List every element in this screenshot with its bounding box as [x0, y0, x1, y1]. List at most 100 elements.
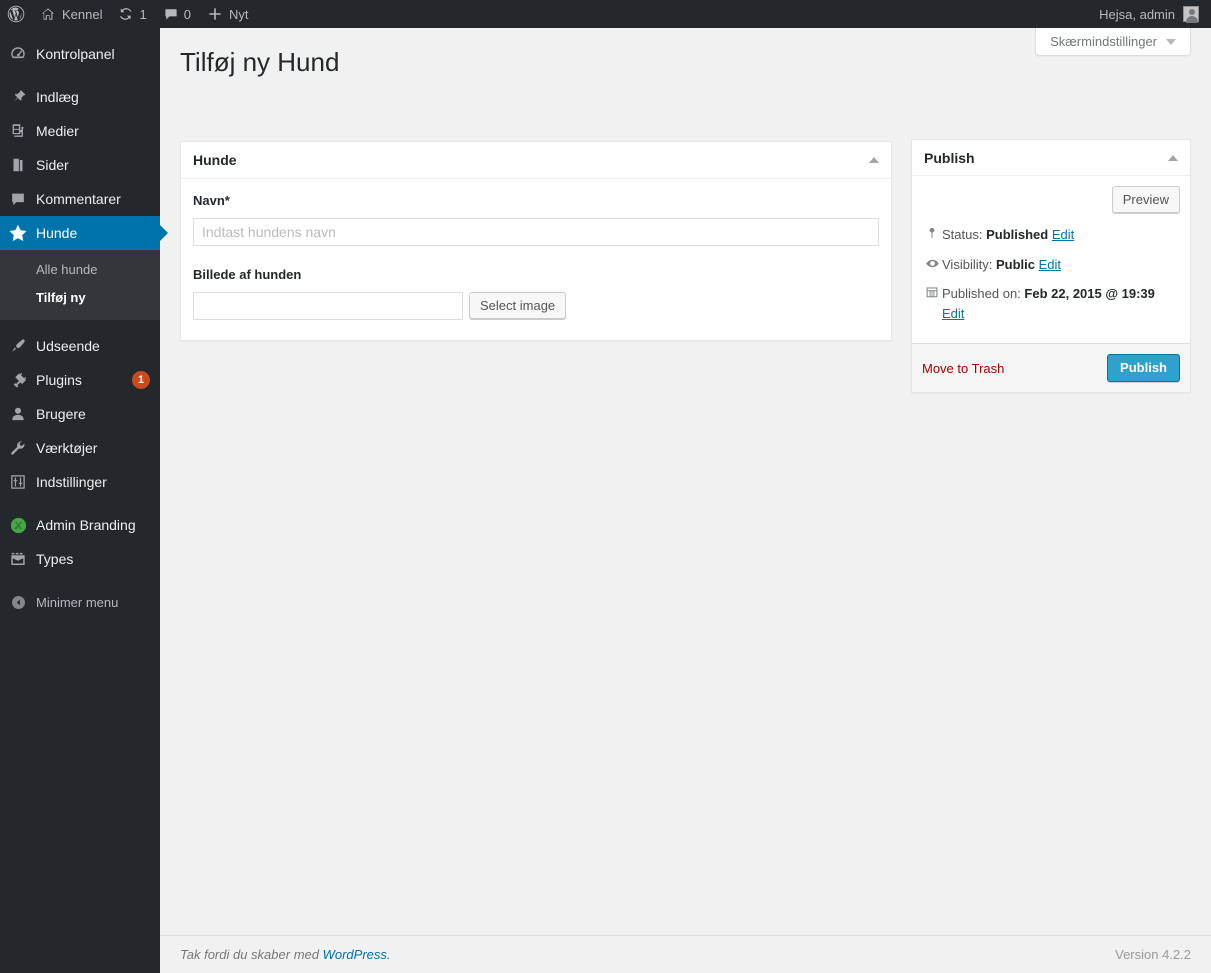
page-title: Tilføj ny Hund	[180, 47, 340, 77]
sidebar-label-hunde: Hunde	[36, 225, 78, 241]
avatar	[1183, 6, 1199, 23]
menu-separator-4	[0, 576, 160, 585]
status-text: Status: Published Edit	[942, 225, 1180, 245]
hunde-metabox-title: Hunde	[193, 152, 237, 168]
settings-icon	[0, 473, 36, 491]
publish-metabox-title: Publish	[924, 149, 975, 166]
wrench-icon	[0, 439, 36, 457]
visibility-row: Visibility: Public Edit	[922, 255, 1180, 275]
select-image-button[interactable]: Select image	[469, 292, 567, 320]
my-account-menu[interactable]: Hejsa, admin	[1091, 0, 1211, 28]
published-on-row: Published on: Feb 22, 2015 @ 19:39 Edit	[922, 284, 1180, 323]
publish-metabox-header[interactable]: Publish	[912, 140, 1190, 176]
star-icon	[0, 223, 36, 243]
published-on-label: Published on:	[942, 286, 1021, 301]
sidebar-item-collapse-menu[interactable]: Minimer menu	[0, 585, 160, 619]
chevron-down-icon	[1166, 38, 1176, 45]
sidebar-label-plugins: Plugins	[36, 372, 82, 389]
footer-thanks: Tak fordi du skaber med WordPress.	[180, 947, 391, 962]
comment-icon	[0, 190, 36, 208]
visibility-text: Visibility: Public Edit	[942, 255, 1180, 275]
sidebar-item-admin-branding[interactable]: Admin Branding	[0, 508, 160, 542]
sidebar-label-dashboard: Kontrolpanel	[36, 46, 115, 62]
visibility-label: Visibility:	[942, 256, 993, 272]
wordpress-link[interactable]: WordPress.	[323, 947, 391, 962]
media-icon	[0, 122, 36, 140]
admin-sidebar-menu: Kontrolpanel Indlæg Medier Sider Komment…	[0, 28, 168, 973]
sidebar-label-users: Brugere	[36, 406, 86, 423]
collapse-icon	[0, 594, 36, 611]
new-content-label: Nyt	[228, 6, 249, 22]
sidebar-subitem-tilfoej-ny[interactable]: Tilføj ny	[0, 284, 160, 312]
sidebar-item-posts[interactable]: Indlæg	[0, 80, 160, 114]
user-icon	[0, 405, 36, 423]
site-name-menu[interactable]: Kennel	[32, 0, 110, 28]
sidebar-label-admin-branding: Admin Branding	[36, 517, 136, 534]
comments-menu[interactable]: 0	[155, 0, 199, 28]
footer-version: Version 4.2.2	[1115, 947, 1191, 962]
plug-icon	[0, 371, 36, 389]
pages-icon	[0, 156, 36, 174]
sidebar-item-dashboard[interactable]: Kontrolpanel	[0, 37, 160, 71]
screen-options-button[interactable]: Skærmindstillinger	[1035, 28, 1191, 56]
calendar-icon	[922, 284, 942, 299]
sidebar-label-appearance: Udseende	[36, 338, 100, 355]
types-icon	[0, 550, 36, 568]
footer-thanks-text: Tak fordi du skaber med	[180, 947, 323, 962]
howdy-label: Hejsa, admin	[1099, 6, 1175, 22]
published-on-text: Published on: Feb 22, 2015 @ 19:39 Edit	[942, 284, 1180, 323]
toggle-up-icon[interactable]	[869, 157, 879, 163]
sidebar-subitem-alle-hunde[interactable]: Alle hunde	[0, 256, 160, 284]
admin-footer: Tak fordi du skaber med WordPress. Versi…	[160, 935, 1211, 973]
main-content: Skærmindstillinger Tilføj ny Hund Hunde …	[160, 28, 1211, 973]
sidebar-item-media[interactable]: Medier	[0, 114, 160, 148]
wordpress-logo-button[interactable]	[0, 0, 32, 28]
sidebar-label-pages: Sider	[36, 157, 69, 173]
sidebar-item-settings[interactable]: Indstillinger	[0, 465, 160, 499]
publish-actions: Move to Trash Publish	[912, 343, 1190, 392]
update-icon	[118, 6, 134, 22]
toggle-up-icon[interactable]	[1168, 154, 1178, 161]
sidebar-label-tools: Værktøjer	[36, 440, 98, 457]
sidebar-item-pages[interactable]: Sider	[0, 148, 160, 182]
admin-bar: Kennel 1 0 Nyt Hejsa, admin	[0, 0, 1211, 28]
name-field-label: Navn*	[193, 193, 230, 208]
brush-icon	[0, 337, 36, 355]
wordpress-logo-icon	[7, 5, 25, 23]
menu-spacer-top	[0, 28, 160, 37]
sidebar-sublabel-alle-hunde: Alle hunde	[36, 262, 98, 277]
preview-button[interactable]: Preview	[1111, 186, 1180, 213]
sidebar-item-appearance[interactable]: Udseende	[0, 329, 160, 363]
hunde-metabox-header[interactable]: Hunde	[181, 142, 891, 179]
hunde-metabox-body: Navn* Billede af hunden Select image	[181, 179, 891, 340]
sidebar-item-hunde[interactable]: Hunde	[0, 216, 168, 250]
home-icon	[40, 6, 56, 22]
comment-bubble-icon	[163, 6, 179, 22]
pin-icon	[0, 88, 36, 106]
published-on-edit-link[interactable]: Edit	[942, 306, 964, 321]
status-edit-link[interactable]: Edit	[1052, 227, 1074, 242]
preview-row: Preview	[922, 186, 1180, 213]
sidebar-item-users[interactable]: Brugere	[0, 397, 160, 431]
publish-button[interactable]: Publish	[1107, 354, 1180, 382]
new-content-menu[interactable]: Nyt	[199, 0, 257, 28]
visibility-edit-link[interactable]: Edit	[1039, 257, 1061, 272]
sidebar-label-posts: Indlæg	[36, 89, 79, 105]
sidebar-label-settings: Indstillinger	[36, 474, 107, 491]
sidebar-item-tools[interactable]: Værktøjer	[0, 431, 160, 465]
image-url-input[interactable]	[193, 291, 463, 320]
sidebar-item-types[interactable]: Types	[0, 542, 160, 576]
sidebar-label-media: Medier	[36, 123, 79, 139]
sidebar-label-types: Types	[36, 551, 74, 568]
admin-bar-right: Hejsa, admin	[1091, 0, 1211, 28]
sidebar-item-comments[interactable]: Kommentarer	[0, 182, 160, 216]
visibility-value: Public	[995, 256, 1035, 272]
updates-menu[interactable]: 1	[110, 0, 154, 28]
sidebar-label-comments: Kommentarer	[36, 191, 121, 207]
menu-separator-1	[0, 71, 160, 80]
move-to-trash-link[interactable]: Move to Trash	[922, 361, 1004, 376]
hunde-metabox: Hunde Navn* Billede af hunden Select ima…	[180, 141, 892, 341]
name-input[interactable]	[193, 217, 879, 246]
publish-metabox-body: Preview Status: Published Edit Visibilit…	[912, 176, 1190, 343]
sidebar-item-plugins[interactable]: Plugins 1	[0, 363, 160, 397]
